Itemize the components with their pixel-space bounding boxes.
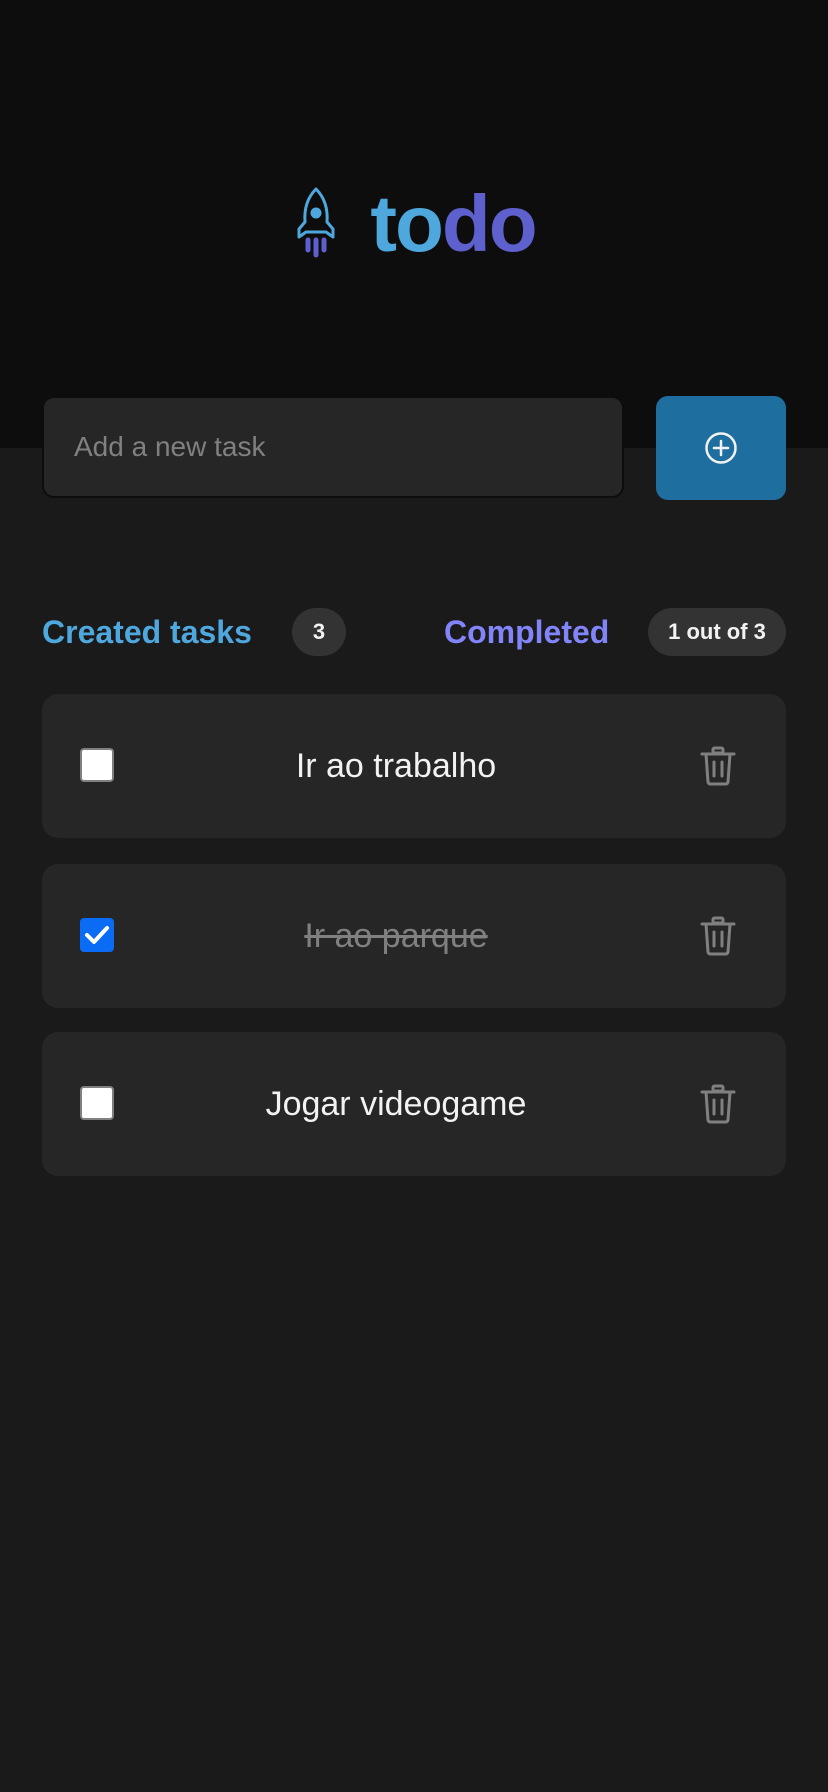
logo-text-part2: do	[441, 179, 538, 268]
task-text: Ir ao parque	[304, 917, 488, 955]
trash-icon	[700, 746, 736, 786]
trash-icon	[700, 916, 736, 956]
logo: todo	[0, 184, 828, 264]
logo-text-part1: to	[370, 179, 444, 268]
completed-tasks-count-badge: 1 out of 3	[648, 608, 786, 656]
task-checkbox[interactable]	[80, 918, 114, 952]
completed-tasks-label: Completed	[444, 614, 610, 650]
add-task-button[interactable]	[656, 396, 786, 500]
plus-circle-icon	[705, 432, 737, 464]
task-checkbox[interactable]	[80, 1086, 114, 1120]
delete-task-button[interactable]	[696, 744, 740, 788]
logo-text: todo	[370, 184, 537, 264]
new-task-input[interactable]	[42, 396, 624, 498]
delete-task-button[interactable]	[696, 1082, 740, 1126]
task-stats: Created tasks 3 Completed 1 out of 3	[42, 608, 786, 656]
trash-icon	[700, 1084, 736, 1124]
task-item: Ir ao parque	[42, 864, 786, 1008]
task-item: Jogar videogame	[42, 1032, 786, 1176]
rocket-icon	[297, 187, 335, 258]
checkmark-icon	[85, 926, 109, 944]
task-item: Ir ao trabalho	[42, 694, 786, 838]
delete-task-button[interactable]	[696, 914, 740, 958]
created-tasks-count-badge: 3	[292, 608, 346, 656]
task-checkbox[interactable]	[80, 748, 114, 782]
task-text: Jogar videogame	[265, 1085, 527, 1123]
task-text: Ir ao trabalho	[295, 747, 497, 785]
created-tasks-label: Created tasks	[42, 614, 252, 650]
